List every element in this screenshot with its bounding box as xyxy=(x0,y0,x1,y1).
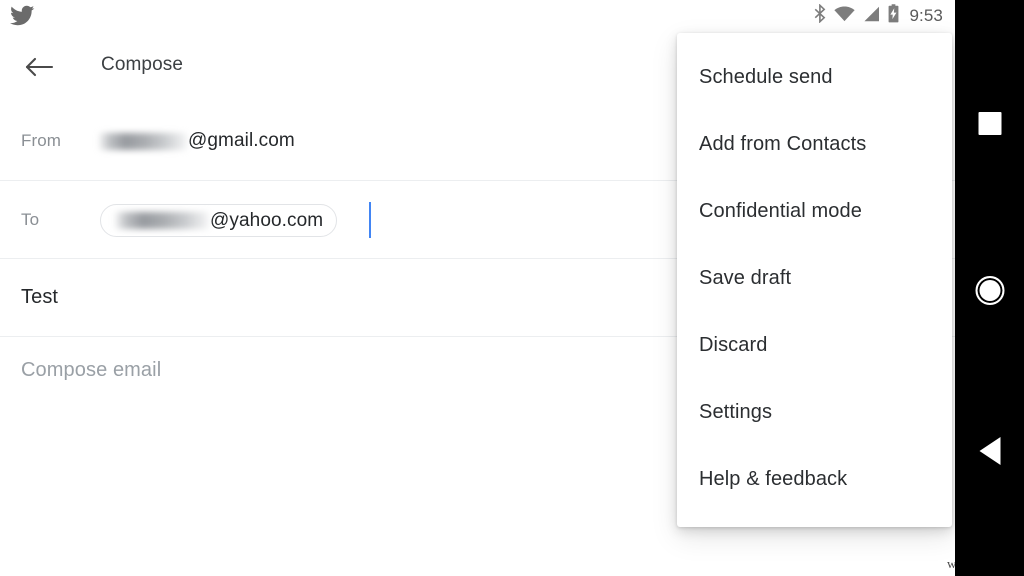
menu-item-confidential-mode[interactable]: Confidential mode xyxy=(677,178,952,245)
subject-input[interactable]: Test xyxy=(21,286,58,309)
from-redacted-address xyxy=(99,132,187,150)
back-arrow-icon[interactable] xyxy=(20,50,58,84)
circle-home-icon[interactable] xyxy=(975,276,1004,305)
menu-item-settings[interactable]: Settings xyxy=(677,379,952,446)
to-label: To xyxy=(21,209,40,229)
from-value: @gmail.com xyxy=(99,130,295,152)
cellular-signal-icon xyxy=(862,6,880,27)
menu-item-schedule-send[interactable]: Schedule send xyxy=(677,44,952,111)
overflow-menu: Schedule send Add from Contacts Confiden… xyxy=(677,33,952,527)
compose-body-placeholder: Compose email xyxy=(21,359,162,381)
from-domain: @gmail.com xyxy=(188,130,295,151)
menu-item-help-feedback[interactable]: Help & feedback xyxy=(677,446,952,513)
menu-item-discard[interactable]: Discard xyxy=(677,312,952,379)
from-label: From xyxy=(21,131,62,150)
twitter-logo xyxy=(8,3,36,29)
menu-item-add-from-contacts[interactable]: Add from Contacts xyxy=(677,111,952,178)
square-recents-icon[interactable] xyxy=(978,112,1001,135)
status-clock: 9:53 xyxy=(909,6,943,25)
page-title: Compose xyxy=(101,54,184,75)
triangle-back-icon[interactable] xyxy=(979,437,1000,465)
menu-item-save-draft[interactable]: Save draft xyxy=(677,245,952,312)
to-field-caret xyxy=(369,202,371,238)
bluetooth-icon xyxy=(813,3,827,28)
status-bar: 9:53 xyxy=(0,0,955,32)
battery-charging-icon xyxy=(887,4,900,28)
phone-screen: 9:53 Compose From @gmail.com To @yahoo.c… xyxy=(0,0,1024,576)
to-domain: @yahoo.com xyxy=(210,209,324,231)
status-icons-group: 9:53 xyxy=(813,0,944,32)
to-recipient-chip[interactable]: @yahoo.com xyxy=(100,204,338,237)
wifi-icon xyxy=(833,5,855,27)
system-navigation-bar xyxy=(955,0,1024,576)
to-redacted-address xyxy=(115,212,209,229)
